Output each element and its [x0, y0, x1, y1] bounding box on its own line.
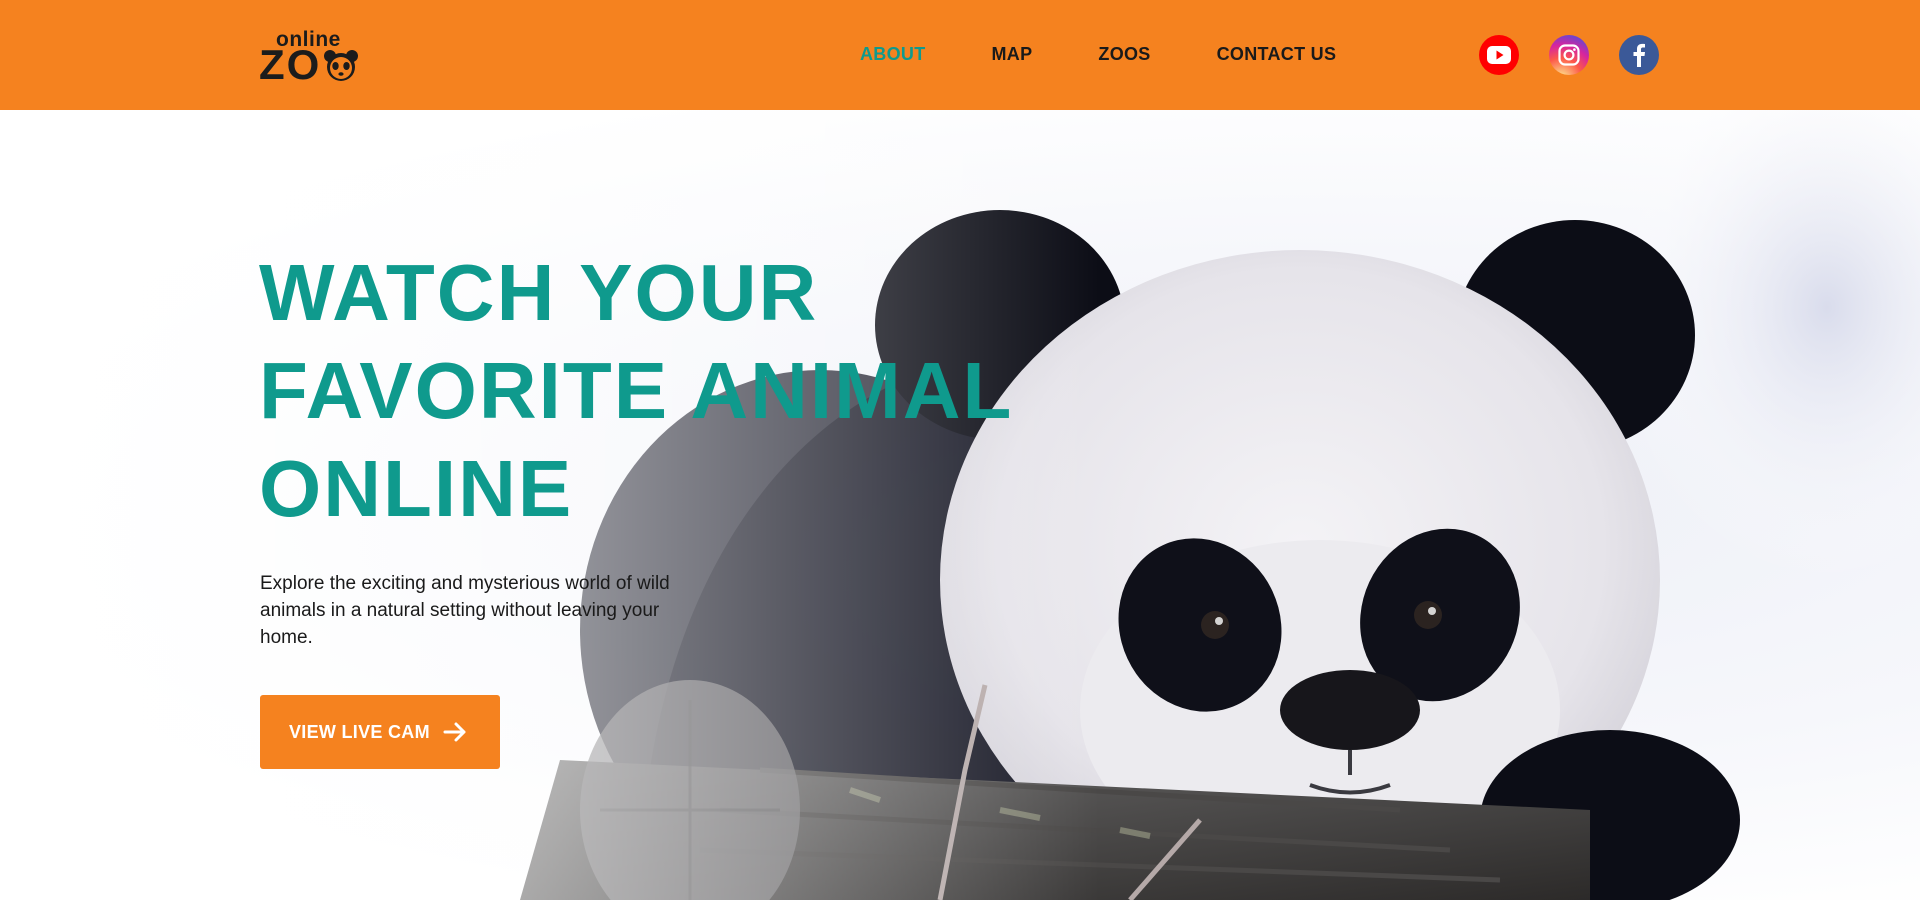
facebook-icon — [1633, 43, 1645, 67]
panda-face-icon — [324, 50, 358, 81]
nav-item-map[interactable]: MAP — [992, 44, 1033, 68]
hero-section: WATCH YOUR FAVORITE ANIMAL ONLINE Explor… — [0, 110, 1920, 900]
hero-title: WATCH YOUR FAVORITE ANIMAL ONLINE — [259, 244, 1159, 538]
facebook-icon[interactable] — [1619, 35, 1659, 75]
site-header: online ZO ABOUT MAP ZOOS CONTACT US — [0, 0, 1920, 110]
hero-title-line-3: ONLINE — [259, 444, 574, 533]
nav-item-about[interactable]: ABOUT — [860, 44, 926, 68]
nav-item-zoos[interactable]: ZOOS — [1098, 44, 1150, 68]
social-links — [1479, 35, 1689, 75]
site-logo[interactable]: online ZO — [259, 28, 359, 88]
hero-title-line-2: FAVORITE ANIMAL — [259, 346, 1014, 435]
hero-title-line-1: WATCH YOUR — [259, 248, 819, 337]
main-nav: ABOUT MAP ZOOS CONTACT US — [860, 44, 1402, 68]
arrow-right-icon — [443, 722, 466, 742]
youtube-icon — [1487, 46, 1511, 64]
instagram-icon — [1558, 44, 1580, 66]
view-live-cam-button[interactable]: VIEW LIVE CAM — [260, 695, 500, 769]
hero-description: Explore the exciting and mysterious worl… — [260, 573, 670, 648]
instagram-icon[interactable] — [1549, 35, 1589, 75]
youtube-icon[interactable] — [1479, 35, 1519, 75]
nav-item-contact-us[interactable]: CONTACT US — [1217, 44, 1337, 68]
logo-text-big: ZO — [259, 41, 322, 88]
view-live-cam-label: VIEW LIVE CAM — [289, 721, 430, 742]
